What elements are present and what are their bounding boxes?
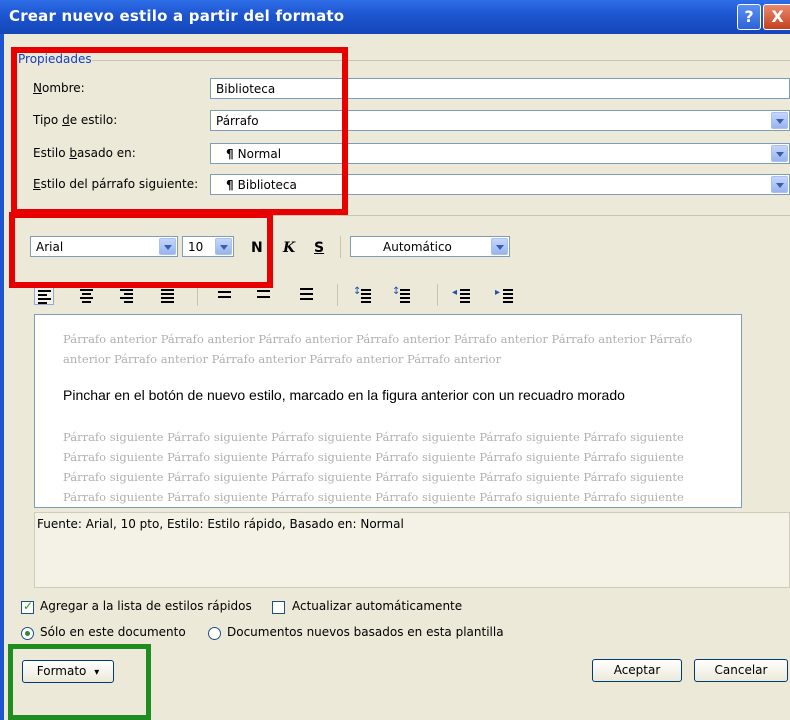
window-frame-left (0, 34, 4, 720)
space-before-icon[interactable]: ↕ (353, 285, 373, 305)
preview-prev-line-1: Párrafo anterior Párrafo anterior Párraf… (63, 332, 693, 346)
window-title: Crear nuevo estilo a partir del formato (9, 7, 345, 25)
font-color-value: Automático (383, 240, 452, 254)
cancelar-button[interactable]: Cancelar (694, 659, 788, 682)
preview-main-text: Pinchar en el botón de nuevo estilo, mar… (63, 387, 625, 403)
actualizar-checkbox[interactable] (272, 601, 285, 614)
green-highlight-box-format-button (8, 644, 151, 720)
chevron-down-icon[interactable] (771, 145, 788, 162)
double-spacing-icon[interactable] (297, 285, 317, 305)
preview-next-line-4: Párrafo siguiente Párrafo siguiente Párr… (63, 490, 684, 504)
underline-button[interactable]: S (314, 240, 324, 256)
align-center-icon[interactable] (77, 285, 97, 305)
align-right-icon[interactable] (117, 285, 137, 305)
decrease-indent-icon[interactable]: ◂ (452, 285, 472, 305)
justify-icon[interactable] (158, 285, 178, 305)
chevron-down-icon[interactable] (771, 176, 788, 193)
close-button[interactable]: X (763, 4, 790, 30)
toolbar-separator (437, 284, 438, 306)
italic-button[interactable]: K (283, 240, 295, 256)
check-mark-icon: ✓ (23, 599, 34, 613)
style-description-text: Fuente: Arial, 10 pto, Estilo: Estilo rá… (37, 517, 404, 531)
style-preview: Párrafo anterior Párrafo anterior Párraf… (34, 314, 742, 508)
toolbar-separator (340, 236, 341, 258)
space-after-icon[interactable]: ↕ (392, 285, 412, 305)
agregar-checkbox[interactable]: ✓ (21, 599, 34, 614)
align-left-icon[interactable] (34, 285, 54, 305)
help-button[interactable]: ? (737, 4, 761, 30)
solo-documento-radio[interactable] (21, 627, 34, 640)
aceptar-button[interactable]: Aceptar (592, 659, 682, 682)
chevron-down-icon[interactable] (771, 112, 788, 129)
title-bar: Crear nuevo estilo a partir del formato … (0, 0, 790, 34)
preview-next-line-1: Párrafo siguiente Párrafo siguiente Párr… (63, 430, 684, 444)
style-description: Fuente: Arial, 10 pto, Estilo: Estilo rá… (34, 512, 790, 588)
agregar-label: Agregar a la lista de estilos rápidos (40, 599, 252, 613)
increase-indent-icon[interactable]: ▸ (495, 285, 515, 305)
documentos-nuevos-label: Documentos nuevos basados en esta planti… (227, 625, 504, 639)
toolbar-separator (337, 284, 338, 306)
solo-documento-label: Sólo en este documento (40, 625, 186, 639)
documentos-nuevos-radio[interactable] (208, 627, 221, 640)
font-color-select[interactable]: Automático (350, 236, 510, 257)
chevron-down-icon[interactable] (491, 238, 508, 255)
preview-next-line-2: Párrafo siguiente Párrafo siguiente Párr… (63, 450, 684, 464)
preview-next-line-3: Párrafo siguiente Párrafo siguiente Párr… (63, 470, 684, 484)
preview-prev-line-2: anterior Párrafo anterior Párrafo anteri… (63, 352, 502, 366)
actualizar-label: Actualizar automáticamente (292, 599, 463, 613)
single-spacing-icon[interactable] (215, 285, 235, 305)
one-half-spacing-icon[interactable] (254, 285, 274, 305)
red-highlight-box-format (9, 212, 273, 288)
red-highlight-box-properties (11, 47, 348, 215)
